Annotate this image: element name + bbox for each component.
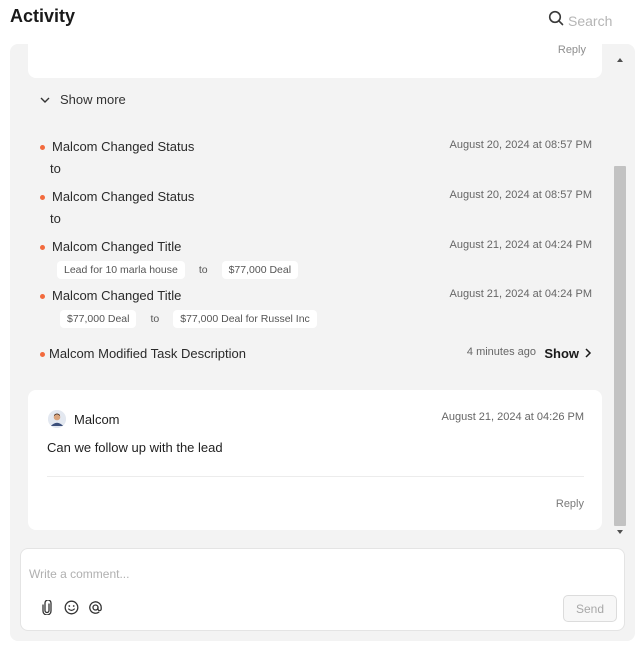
to-label: to	[150, 313, 160, 325]
activity-time: August 21, 2024 at 04:24 PM	[449, 288, 593, 300]
old-value-chip: Lead for 10 marla house	[57, 261, 185, 279]
activity-text: Malcom Changed Title	[52, 288, 182, 303]
activity-detail: to	[50, 161, 61, 176]
smiley-icon[interactable]	[63, 599, 79, 615]
comment-composer: Send	[20, 548, 625, 631]
new-value-chip: $77,000 Deal	[221, 261, 299, 279]
to-label: to	[198, 264, 208, 276]
comment-author: Malcom	[74, 412, 120, 427]
show-label: Show	[544, 346, 579, 361]
activity-item: Malcom Changed Title August 21, 2024 at …	[40, 288, 592, 328]
activity-item: Malcom Modified Task Description 4 minut…	[40, 346, 592, 366]
activity-bullet	[40, 195, 45, 200]
activity-text: Malcom Changed Title	[52, 239, 182, 254]
activity-bullet	[40, 294, 45, 299]
activity-header: Activity Search	[0, 0, 643, 40]
search-icon[interactable]	[548, 10, 564, 31]
search-box[interactable]: Search	[548, 10, 612, 31]
new-value-chip: $77,000 Deal for Russel Inc	[173, 310, 317, 328]
avatar	[48, 410, 66, 428]
activity-text: Malcom Changed Status	[52, 139, 195, 154]
chevron-right-icon	[585, 346, 592, 361]
divider	[47, 476, 584, 477]
activity-detail: to	[50, 211, 61, 226]
show-more-toggle[interactable]: Show more	[40, 92, 126, 107]
activity-time: August 21, 2024 at 04:24 PM	[449, 239, 593, 251]
scrollbar[interactable]	[613, 50, 627, 540]
chevron-down-icon	[40, 92, 50, 107]
send-button[interactable]: Send	[563, 595, 617, 622]
paperclip-icon[interactable]	[39, 599, 55, 615]
activity-item: Malcom Changed Title August 21, 2024 at …	[40, 239, 592, 279]
comment-input[interactable]	[29, 567, 589, 581]
scroll-up-arrow-icon[interactable]	[617, 58, 623, 62]
activity-panel: Reply Show more Malcom Changed Status Au…	[10, 44, 635, 641]
page-title: Activity	[10, 6, 76, 26]
show-description-button[interactable]: Show	[544, 346, 592, 361]
activity-item: Malcom Changed Status August 20, 2024 at…	[40, 139, 592, 179]
scrollbar-thumb[interactable]	[614, 166, 626, 526]
comment-time: August 21, 2024 at 04:26 PM	[441, 411, 585, 423]
activity-item: Malcom Changed Status August 20, 2024 at…	[40, 189, 592, 229]
activity-time: 4 minutes ago	[466, 346, 536, 358]
activity-text: Malcom Modified Task Description	[49, 346, 246, 361]
title-change-detail: Lead for 10 marla house to $77,000 Deal	[57, 261, 299, 279]
activity-bullet	[40, 145, 45, 150]
search-placeholder[interactable]: Search	[568, 13, 612, 29]
previous-comment-card: Reply	[28, 44, 602, 78]
old-value-chip: $77,000 Deal	[60, 310, 137, 328]
show-more-label: Show more	[60, 92, 126, 107]
activity-time: August 20, 2024 at 08:57 PM	[449, 139, 593, 151]
activity-bullet	[40, 352, 45, 357]
at-icon[interactable]	[87, 599, 103, 615]
reply-button[interactable]: Reply	[558, 44, 586, 56]
scroll-down-arrow-icon[interactable]	[617, 530, 623, 534]
activity-time: August 20, 2024 at 08:57 PM	[449, 189, 593, 201]
comment-card: Malcom August 21, 2024 at 04:26 PM Can w…	[28, 390, 602, 530]
activity-bullet	[40, 245, 45, 250]
comment-body: Can we follow up with the lead	[47, 440, 223, 455]
title-change-detail: $77,000 Deal to $77,000 Deal for Russel …	[60, 310, 317, 328]
activity-text: Malcom Changed Status	[52, 189, 195, 204]
reply-button[interactable]: Reply	[556, 498, 584, 510]
